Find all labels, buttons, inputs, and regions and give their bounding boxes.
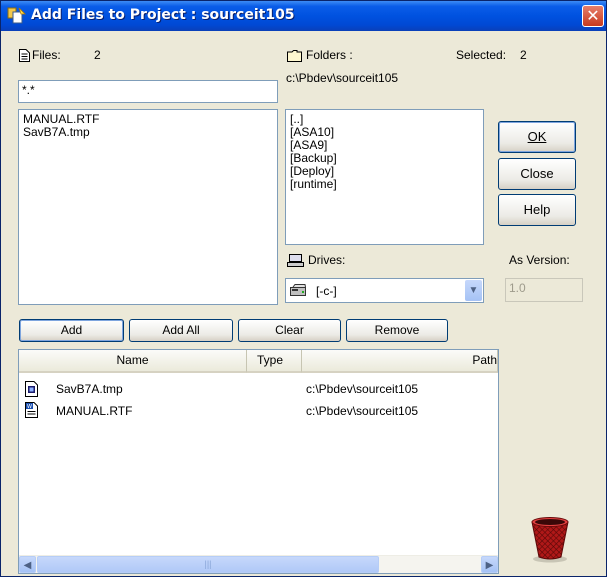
selected-count: 2 (520, 48, 527, 62)
column-header-name[interactable]: Name (19, 350, 247, 373)
clear-button[interactable]: Clear (238, 319, 341, 342)
selected-files-table[interactable]: Name Type Path SavB7A.tmp c:\Pbdev\sourc… (18, 349, 499, 574)
help-button-label: Help (523, 202, 551, 217)
close-button-label: Close (520, 166, 554, 181)
files-count: 2 (94, 48, 101, 62)
drive-selected-value: [-c-] (316, 284, 337, 298)
title-bar[interactable]: Add Files to Project : sourceit105 ✕ (1, 1, 606, 31)
drives-label: Drives: (308, 253, 346, 267)
table-row[interactable]: SavB7A.tmp c:\Pbdev\sourceit105 (19, 379, 498, 399)
file-filter-input[interactable]: *.* (18, 80, 278, 103)
column-header-path[interactable]: Path (302, 350, 498, 373)
column-header-name-label: Name (116, 353, 149, 367)
close-icon: ✕ (586, 6, 600, 25)
version-value: 1.0 (509, 281, 526, 295)
row-name: SavB7A.tmp (56, 382, 123, 396)
horizontal-scrollbar[interactable]: ◀ ||| ▶ (19, 555, 498, 573)
recycle-bin-icon[interactable] (528, 515, 572, 563)
row-path: c:\Pbdev\sourceit105 (306, 382, 419, 396)
row-path: c:\Pbdev\sourceit105 (306, 404, 419, 418)
column-header-path-label: Path (472, 353, 497, 367)
hard-drive-icon (290, 284, 306, 296)
table-row[interactable]: W MANUAL.RTF c:\Pbdev\sourceit105 (19, 401, 498, 421)
row-name: MANUAL.RTF (56, 404, 133, 418)
remove-button[interactable]: Remove (346, 319, 448, 342)
folder-icon (287, 50, 302, 62)
svg-text:W: W (27, 404, 32, 410)
app-icon (7, 7, 26, 24)
clear-button-label: Clear (275, 323, 304, 337)
folders-list[interactable]: [..] [ASA10] [ASA9] [Backup] [Deploy] [r… (285, 109, 484, 245)
add-all-button[interactable]: Add All (129, 319, 233, 342)
drives-dropdown[interactable]: [-c-] ▼ (285, 278, 484, 303)
scroll-right-icon[interactable]: ▶ (481, 556, 498, 573)
window-close-button[interactable]: ✕ (582, 5, 604, 27)
scroll-left-icon[interactable]: ◀ (19, 556, 36, 573)
help-button[interactable]: Help (498, 194, 576, 226)
drive-icon (287, 254, 304, 267)
column-header-type[interactable]: Type (247, 350, 302, 373)
close-button[interactable]: Close (498, 158, 576, 190)
files-list[interactable]: MANUAL.RTF SavB7A.tmp (18, 109, 278, 305)
selected-label: Selected: (456, 48, 507, 62)
ok-button-label: OK (527, 129, 547, 144)
remove-button-label: Remove (374, 323, 420, 337)
folder-item[interactable]: [runtime] (290, 178, 479, 191)
file-filter-value: *.* (22, 83, 35, 97)
add-button[interactable]: Add (19, 319, 124, 342)
chevron-down-icon[interactable]: ▼ (465, 280, 482, 301)
ok-button[interactable]: OK (498, 121, 576, 153)
tmp-file-icon (25, 381, 38, 397)
list-item[interactable]: SavB7A.tmp (23, 126, 273, 139)
column-header-type-label: Type (257, 353, 284, 367)
current-path: c:\Pbdev\sourceit105 (286, 71, 399, 85)
version-input[interactable]: 1.0 (505, 278, 583, 302)
folders-label: Folders : (306, 48, 353, 62)
file-icon (19, 49, 30, 62)
add-files-dialog: Add Files to Project : sourceit105 ✕ Fil… (0, 0, 607, 577)
rtf-document-icon: W (25, 402, 38, 418)
add-all-button-label: Add All (162, 323, 200, 337)
add-button-label: Add (60, 323, 83, 337)
files-label: Files: (32, 48, 61, 62)
scroll-thumb[interactable]: ||| (37, 556, 379, 573)
window-title: Add Files to Project : sourceit105 (31, 7, 295, 23)
version-label: As Version: (509, 253, 570, 267)
